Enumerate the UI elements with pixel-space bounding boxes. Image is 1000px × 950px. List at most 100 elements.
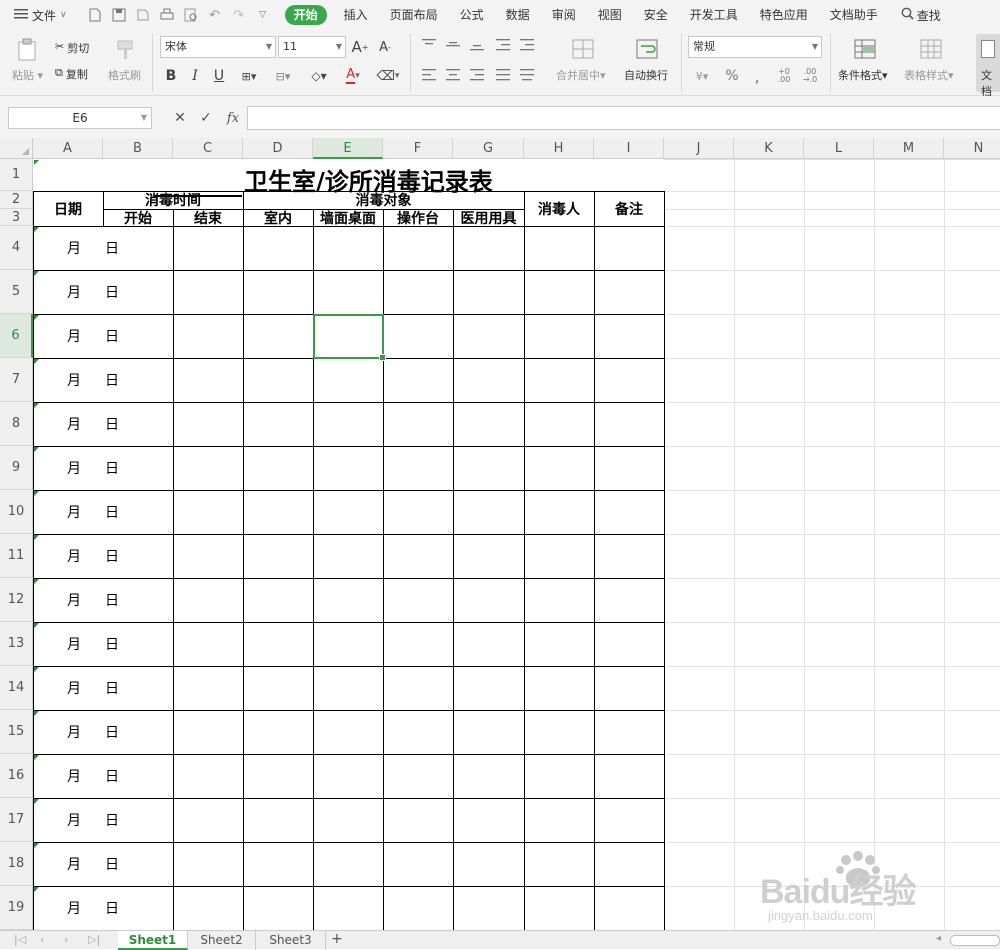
- column-header-d[interactable]: D: [243, 138, 313, 159]
- sheet-tab-sheet2[interactable]: Sheet2: [188, 931, 256, 950]
- eraser-icon[interactable]: ⌫ ▾: [374, 66, 402, 86]
- merge-center-button[interactable]: 合并居中▾: [556, 67, 606, 83]
- save-icon[interactable]: [111, 7, 127, 23]
- column-header-l[interactable]: L: [804, 138, 874, 159]
- row-header-19[interactable]: 19: [0, 886, 33, 930]
- decrease-decimal-icon[interactable]: .00 →.0: [800, 66, 820, 86]
- row-header-14[interactable]: 14: [0, 666, 33, 710]
- header-operating-table[interactable]: 操作台: [383, 209, 453, 227]
- italic-icon[interactable]: I: [186, 66, 204, 86]
- tab-developer[interactable]: 开发工具: [679, 0, 749, 30]
- add-sheet-icon[interactable]: +: [331, 931, 343, 947]
- column-header-j[interactable]: J: [664, 138, 734, 159]
- column-header-c[interactable]: C: [173, 138, 243, 159]
- row-header-5[interactable]: 5: [0, 270, 33, 314]
- formula-input[interactable]: [247, 106, 1000, 130]
- tab-security[interactable]: 安全: [633, 0, 679, 30]
- copy-button[interactable]: ⧉ 复制: [55, 66, 88, 82]
- row-header-6[interactable]: 6: [0, 314, 33, 358]
- column-header-m[interactable]: M: [874, 138, 944, 159]
- tab-formulas[interactable]: 公式: [449, 0, 495, 30]
- header-start[interactable]: 开始: [103, 209, 173, 227]
- conditional-format-button[interactable]: 条件格式▾: [838, 67, 888, 83]
- row-header-2[interactable]: 2: [0, 191, 33, 209]
- column-header-e[interactable]: E: [313, 138, 383, 159]
- bold-icon[interactable]: B: [162, 66, 180, 86]
- align-left-icon[interactable]: [420, 66, 438, 84]
- name-box[interactable]: E6 ▼: [8, 107, 152, 129]
- column-header-a[interactable]: A: [33, 138, 103, 159]
- row-header-12[interactable]: 12: [0, 578, 33, 622]
- column-header-f[interactable]: F: [383, 138, 453, 159]
- row-header-15[interactable]: 15: [0, 710, 33, 754]
- table-style-button[interactable]: 表格样式▾: [904, 67, 954, 83]
- paste-button[interactable]: 粘贴 ▾: [12, 67, 43, 83]
- sheet-tab-sheet1[interactable]: Sheet1: [118, 931, 188, 950]
- column-header-h[interactable]: H: [524, 138, 594, 159]
- header-indoor[interactable]: 室内: [243, 209, 313, 227]
- row-header-9[interactable]: 9: [0, 446, 33, 490]
- tab-special-apps[interactable]: 特色应用: [749, 0, 819, 30]
- cut-button[interactable]: ✂ 剪切: [55, 40, 89, 56]
- row-header-1[interactable]: 1: [0, 159, 33, 191]
- increase-font-icon[interactable]: A +: [350, 37, 370, 57]
- active-cell-e6[interactable]: [313, 314, 386, 361]
- paste-icon[interactable]: [14, 36, 42, 64]
- align-top-icon[interactable]: [420, 36, 438, 54]
- merge-center-icon[interactable]: [570, 36, 596, 62]
- row-header-17[interactable]: 17: [0, 798, 33, 842]
- underline-icon[interactable]: U: [210, 66, 228, 86]
- thousands-icon[interactable]: ,: [748, 66, 766, 86]
- indent-decrease-icon[interactable]: [494, 36, 512, 54]
- tab-review[interactable]: 审阅: [541, 0, 587, 30]
- tab-insert[interactable]: 插入: [333, 0, 379, 30]
- row-header-7[interactable]: 7: [0, 358, 33, 402]
- decrease-font-icon[interactable]: A-: [375, 37, 395, 57]
- print-preview-icon[interactable]: [183, 7, 199, 23]
- percent-icon[interactable]: %: [722, 66, 742, 86]
- column-header-b[interactable]: B: [103, 138, 173, 159]
- export-icon[interactable]: [135, 7, 151, 23]
- font-color-icon[interactable]: A ▾: [340, 66, 366, 86]
- column-header-g[interactable]: G: [453, 138, 524, 159]
- spreadsheet-grid[interactable]: ABCDEFGHIJKLMN 1 2 3 4 5 6 7 8 9 10 11 12 13 14 15 16 17…: [0, 138, 1000, 930]
- cancel-icon[interactable]: ✕: [171, 107, 189, 129]
- insert-function-icon[interactable]: fx: [222, 107, 244, 129]
- last-sheet-icon[interactable]: ▷|: [88, 933, 100, 946]
- align-middle-icon[interactable]: [444, 36, 462, 54]
- doc-button[interactable]: 文档: [976, 34, 1000, 98]
- select-all-button[interactable]: [0, 138, 33, 159]
- tab-doc-assistant[interactable]: 文档助手: [819, 0, 889, 30]
- next-sheet-icon[interactable]: ›: [64, 933, 68, 946]
- column-header-k[interactable]: K: [734, 138, 804, 159]
- header-medical-tools[interactable]: 医用用具: [453, 209, 524, 227]
- align-center-icon[interactable]: [444, 66, 462, 84]
- font-size-select[interactable]: 11 ▼: [278, 36, 346, 58]
- customize-chevron-icon[interactable]: ▽: [255, 7, 271, 23]
- row-header-16[interactable]: 16: [0, 754, 33, 798]
- wrap-text-icon[interactable]: [634, 36, 660, 62]
- align-right-icon[interactable]: [468, 66, 486, 84]
- column-header-i[interactable]: I: [594, 138, 664, 159]
- table-style-icon[interactable]: [918, 36, 944, 62]
- number-format-select[interactable]: 常规 ▼: [688, 36, 822, 58]
- justify-icon[interactable]: [494, 66, 512, 84]
- row-header-18[interactable]: 18: [0, 842, 33, 886]
- fill-pattern-icon[interactable]: ⊟▾: [270, 66, 296, 86]
- tab-page-layout[interactable]: 页面布局: [379, 0, 449, 30]
- column-header-n[interactable]: N: [944, 138, 1000, 159]
- search-button[interactable]: 查找: [889, 7, 941, 24]
- tab-home[interactable]: 开始: [284, 5, 327, 25]
- header-disinfector[interactable]: 消毒人: [524, 191, 594, 226]
- row-header-8[interactable]: 8: [0, 402, 33, 446]
- header-wall-desk[interactable]: 墙面桌面: [313, 209, 383, 227]
- align-bottom-icon[interactable]: [468, 36, 486, 54]
- fill-color-icon[interactable]: ◇▾: [306, 66, 332, 86]
- tab-view[interactable]: 视图: [587, 0, 633, 30]
- redo-icon[interactable]: ↷: [231, 7, 247, 23]
- header-end[interactable]: 结束: [173, 209, 243, 227]
- row-header-13[interactable]: 13: [0, 622, 33, 666]
- tab-data[interactable]: 数据: [495, 0, 541, 30]
- row-header-11[interactable]: 11: [0, 534, 33, 578]
- prev-sheet-icon[interactable]: ‹: [40, 933, 44, 946]
